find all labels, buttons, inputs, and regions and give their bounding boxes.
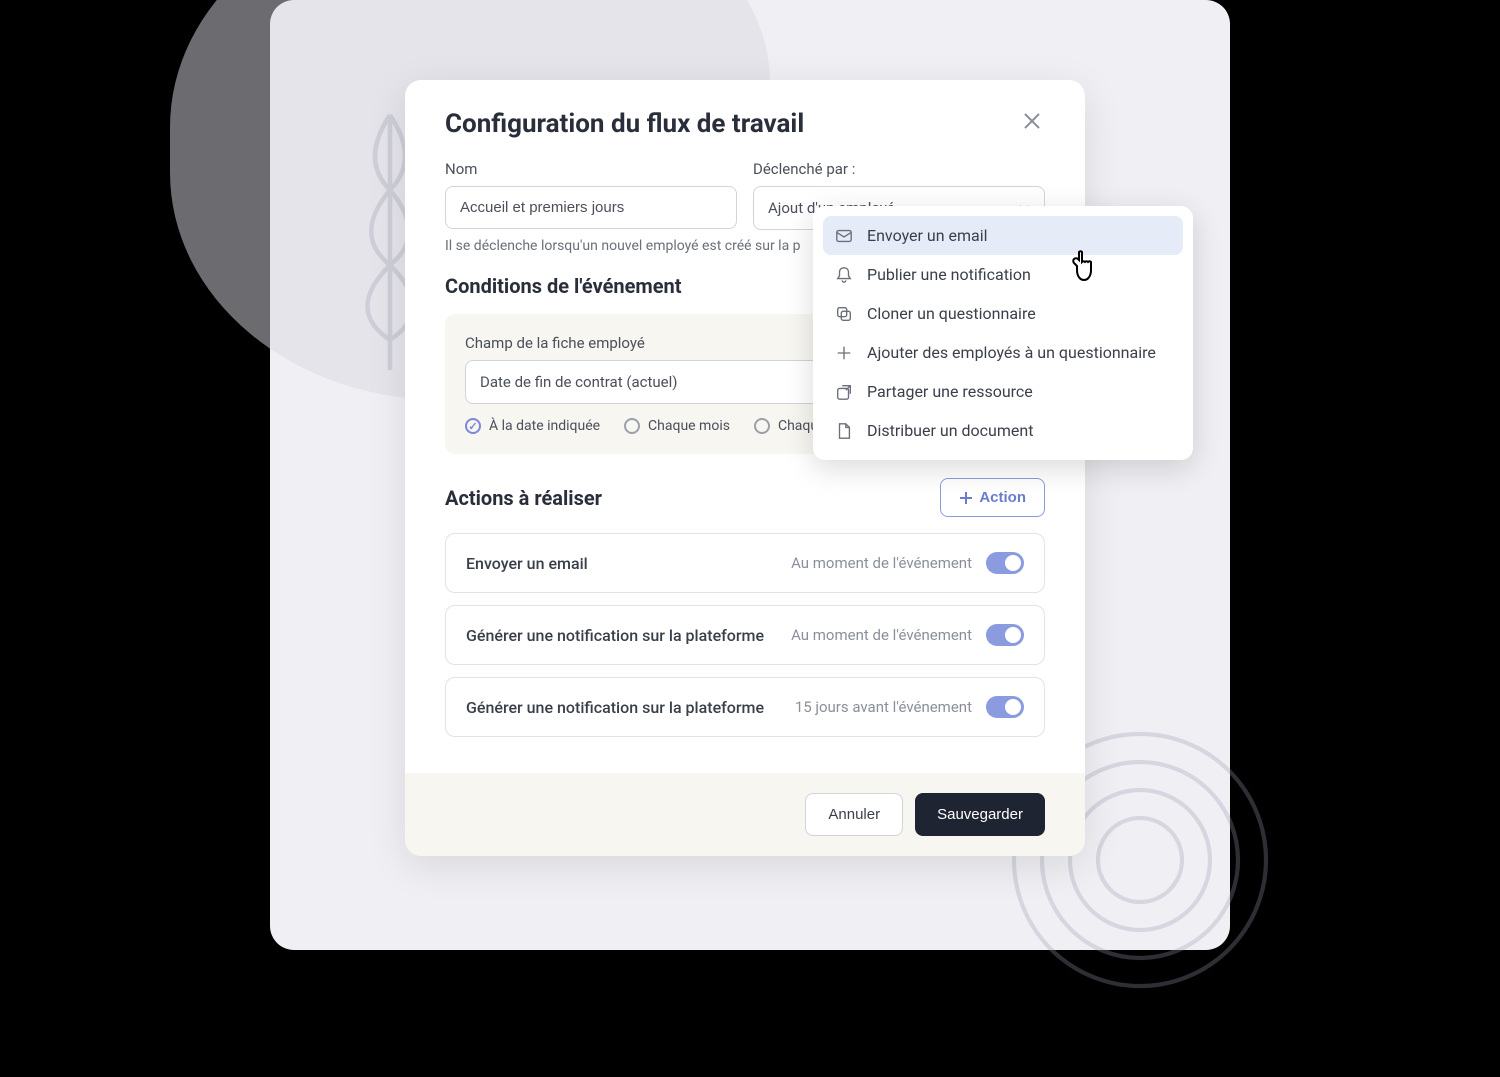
- modal-header: Configuration du flux de travail: [405, 80, 1085, 148]
- radio-icon: [754, 418, 770, 434]
- workflow-config-modal: Configuration du flux de travail Nom Déc…: [405, 80, 1085, 856]
- dropdown-item-document[interactable]: Distribuer un document: [823, 411, 1183, 450]
- radio-on-date[interactable]: À la date indiquée: [465, 418, 600, 434]
- trigger-label: Déclenché par :: [753, 160, 1045, 178]
- field-value: Date de fin de contrat (actuel): [480, 373, 678, 391]
- copy-icon: [835, 305, 853, 323]
- action-timing: Au moment de l'événement: [791, 626, 972, 644]
- action-toggle[interactable]: [986, 696, 1024, 718]
- action-dropdown-menu: Envoyer un email Publier une notificatio…: [813, 206, 1193, 460]
- radio-icon: [624, 418, 640, 434]
- action-label: Générer une notification sur la platefor…: [466, 698, 764, 717]
- action-timing: 15 jours avant l'événement: [795, 698, 972, 716]
- action-toggle[interactable]: [986, 624, 1024, 646]
- radio-checked-icon: [465, 418, 481, 434]
- radio-monthly[interactable]: Chaque mois: [624, 418, 730, 434]
- document-icon: [835, 422, 853, 440]
- action-label: Envoyer un email: [466, 554, 588, 573]
- close-icon: [1023, 112, 1041, 130]
- share-icon: [835, 383, 853, 401]
- bell-icon: [835, 266, 853, 284]
- plus-icon: [959, 491, 973, 505]
- dropdown-item-share[interactable]: Partager une ressource: [823, 372, 1183, 411]
- action-item[interactable]: Générer une notification sur la platefor…: [445, 605, 1045, 665]
- dropdown-item-email[interactable]: Envoyer un email: [823, 216, 1183, 255]
- cancel-button[interactable]: Annuler: [805, 793, 903, 836]
- action-item[interactable]: Générer une notification sur la platefor…: [445, 677, 1045, 737]
- actions-header: Actions à réaliser Action: [445, 478, 1045, 517]
- modal-footer: Annuler Sauvegarder: [405, 773, 1085, 856]
- action-toggle[interactable]: [986, 552, 1024, 574]
- field-select[interactable]: Date de fin de contrat (actuel): [465, 360, 863, 404]
- field-label: Champ de la fiche employé: [465, 334, 863, 352]
- action-timing: Au moment de l'événement: [791, 554, 972, 572]
- dropdown-item-add-employees[interactable]: Ajouter des employés à un questionnaire: [823, 333, 1183, 372]
- close-button[interactable]: [1019, 108, 1045, 140]
- name-label: Nom: [445, 160, 737, 178]
- save-button[interactable]: Sauvegarder: [915, 793, 1045, 836]
- actions-title: Actions à réaliser: [445, 486, 602, 510]
- dropdown-item-notification[interactable]: Publier une notification: [823, 255, 1183, 294]
- add-action-button[interactable]: Action: [940, 478, 1045, 517]
- plus-icon: [835, 344, 853, 362]
- action-item[interactable]: Envoyer un email Au moment de l'événemen…: [445, 533, 1045, 593]
- modal-title: Configuration du flux de travail: [445, 109, 804, 139]
- name-input[interactable]: [445, 186, 737, 229]
- dropdown-item-clone[interactable]: Cloner un questionnaire: [823, 294, 1183, 333]
- app-background: Configuration du flux de travail Nom Déc…: [270, 0, 1230, 950]
- action-label: Générer une notification sur la platefor…: [466, 626, 764, 645]
- mail-icon: [835, 227, 853, 245]
